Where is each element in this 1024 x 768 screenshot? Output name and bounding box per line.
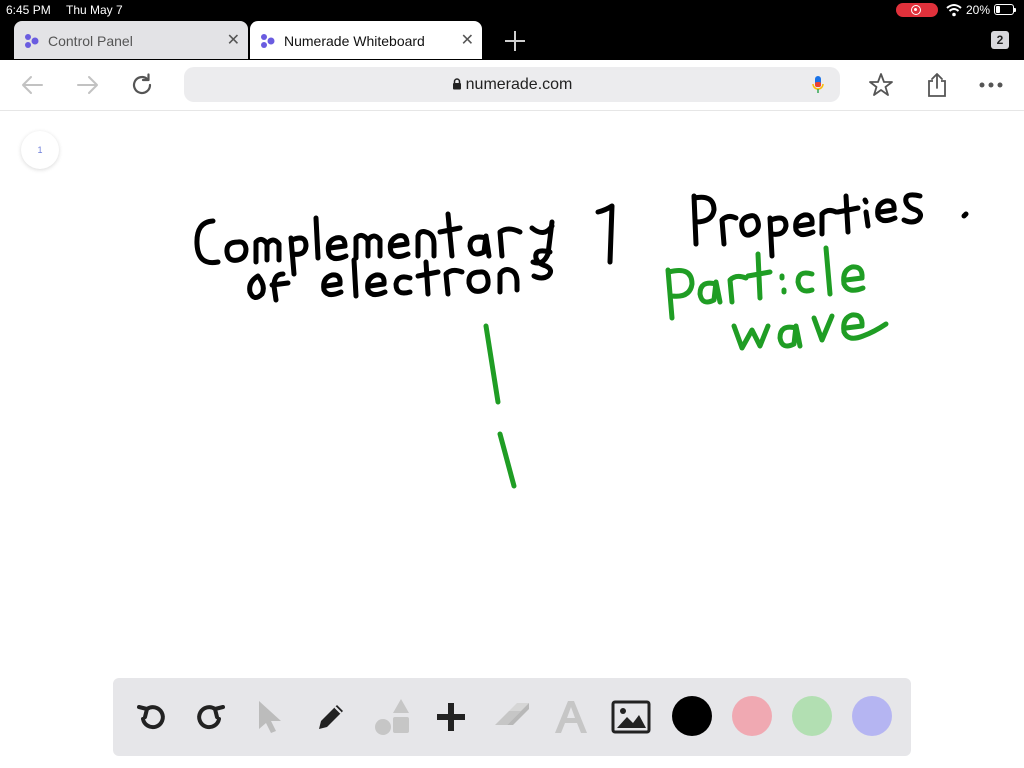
ink-properties: [691, 192, 969, 259]
color-green-swatch[interactable]: [792, 696, 832, 736]
select-arrow-icon[interactable]: [251, 697, 291, 737]
undo-icon[interactable]: [131, 697, 171, 737]
text-icon[interactable]: [551, 697, 591, 737]
add-icon[interactable]: [431, 697, 471, 737]
ink-wave: [731, 312, 889, 351]
color-purple-swatch[interactable]: [852, 696, 892, 736]
ink-line-lower: [497, 431, 517, 489]
redo-icon[interactable]: [191, 697, 231, 737]
eraser-icon[interactable]: [491, 697, 531, 737]
ink-particle: [665, 245, 866, 321]
pencil-icon[interactable]: [311, 697, 351, 737]
image-icon[interactable]: [611, 697, 651, 737]
shapes-icon[interactable]: [371, 697, 411, 737]
color-pink-swatch[interactable]: [732, 696, 772, 736]
handwriting-layer: [194, 192, 969, 489]
ink-complementary: [194, 211, 555, 277]
drawing-toolbar: [113, 678, 911, 756]
color-black-swatch[interactable]: [672, 696, 712, 736]
ink-line-upper: [483, 323, 501, 405]
